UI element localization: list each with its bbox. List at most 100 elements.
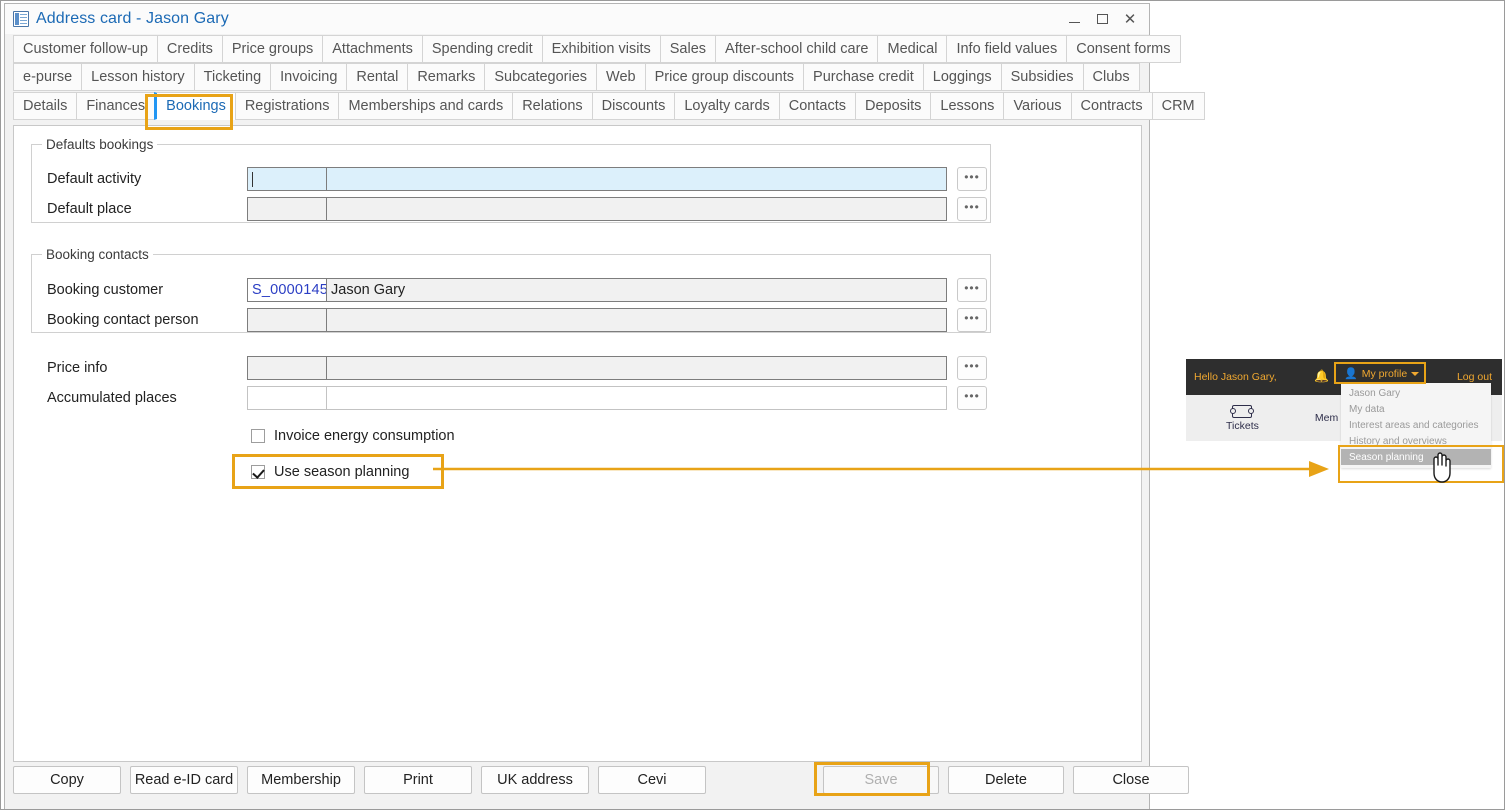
tab-loyalty-cards[interactable]: Loyalty cards — [674, 92, 778, 120]
tab-price-group-discounts[interactable]: Price group discounts — [645, 63, 803, 91]
delete-button[interactable]: Delete — [948, 766, 1064, 794]
default-activity-name-input[interactable] — [327, 167, 947, 191]
cevi-button[interactable]: Cevi — [598, 766, 706, 794]
default-place-browse-button[interactable]: ••• — [957, 197, 987, 221]
tab-contacts[interactable]: Contacts — [779, 92, 855, 120]
close-button[interactable]: ✕ — [1117, 8, 1143, 30]
checkbox-use-season-planning[interactable]: Use season planning — [251, 464, 409, 480]
menu-item-season-planning[interactable]: Season planning — [1341, 449, 1491, 465]
right-button-group: Save Delete Close — [823, 766, 1198, 794]
default-place-label: Default place — [47, 201, 247, 217]
minimize-button[interactable] — [1061, 8, 1087, 30]
booking-contact-person-name-input[interactable] — [327, 308, 947, 332]
menu-item-my-data[interactable]: My data — [1341, 401, 1491, 417]
menu-item-jason-gary[interactable]: Jason Gary — [1341, 385, 1491, 401]
logout-link[interactable]: Log out — [1457, 371, 1492, 383]
accumulated-places-label: Accumulated places — [47, 390, 247, 406]
booking-customer-browse-button[interactable]: ••• — [957, 278, 987, 302]
tab-lessons[interactable]: Lessons — [930, 92, 1003, 120]
tab-exhibition-visits[interactable]: Exhibition visits — [542, 35, 660, 63]
tab-e-purse[interactable]: e-purse — [13, 63, 81, 91]
bell-icon[interactable]: 🔔 — [1314, 370, 1329, 382]
price-info-name-input[interactable] — [327, 356, 947, 380]
tab-lesson-history[interactable]: Lesson history — [81, 63, 194, 91]
membership-button[interactable]: Membership — [247, 766, 355, 794]
menu-item-interest-areas-and-categories[interactable]: Interest areas and categories — [1341, 417, 1491, 433]
tab-credits[interactable]: Credits — [157, 35, 222, 63]
tab-consent-forms[interactable]: Consent forms — [1066, 35, 1180, 63]
default-activity-browse-button[interactable]: ••• — [957, 167, 987, 191]
maximize-button[interactable] — [1089, 8, 1115, 30]
tab-purchase-credit[interactable]: Purchase credit — [803, 63, 923, 91]
address-card-window: Address card - Jason Gary ✕ Customer fol… — [4, 3, 1150, 809]
tab-ticketing[interactable]: Ticketing — [194, 63, 270, 91]
tab-details[interactable]: Details — [13, 92, 76, 120]
tab-loggings[interactable]: Loggings — [923, 63, 1001, 91]
accumulated-places-code-input[interactable] — [247, 386, 327, 410]
tab-contracts[interactable]: Contracts — [1071, 92, 1152, 120]
print-button[interactable]: Print — [364, 766, 472, 794]
tab-memberships-and-cards[interactable]: Memberships and cards — [338, 92, 512, 120]
tab-various[interactable]: Various — [1003, 92, 1070, 120]
tab-subsidies[interactable]: Subsidies — [1001, 63, 1083, 91]
tab-attachments[interactable]: Attachments — [322, 35, 422, 63]
ticket-icon — [1232, 405, 1252, 418]
menu-item-history-and-overviews[interactable]: History and overviews — [1341, 433, 1491, 449]
tab-customer-follow-up[interactable]: Customer follow-up — [13, 35, 157, 63]
booking-contacts-legend: Booking contacts — [42, 247, 153, 262]
tab-discounts[interactable]: Discounts — [592, 92, 675, 120]
checkbox-invoice-energy-consumption[interactable]: Invoice energy consumption — [251, 428, 455, 444]
tab-price-groups[interactable]: Price groups — [222, 35, 322, 63]
tab-medical[interactable]: Medical — [877, 35, 946, 63]
tab-after-school-child-care[interactable]: After-school child care — [715, 35, 877, 63]
tab-row-3: Details Finances Bookings Registrations … — [13, 90, 1141, 120]
tab-web[interactable]: Web — [596, 63, 645, 91]
accumulated-places-browse-button[interactable]: ••• — [957, 386, 987, 410]
tab-rental[interactable]: Rental — [346, 63, 407, 91]
uk-address-button[interactable]: UK address — [481, 766, 589, 794]
tab-row-1: Customer follow-up Credits Price groups … — [13, 34, 1141, 63]
greeting-text: Hello Jason Gary, — [1194, 371, 1277, 383]
tab-subcategories[interactable]: Subcategories — [484, 63, 596, 91]
booking-customer-code-input[interactable]: S_0000145 — [247, 278, 327, 302]
chevron-down-icon — [1411, 372, 1419, 376]
tab-registrations[interactable]: Registrations — [235, 92, 339, 120]
tab-clubs[interactable]: Clubs — [1083, 63, 1140, 91]
tab-strip: Customer follow-up Credits Price groups … — [5, 34, 1149, 120]
invoice-energy-consumption-checkbox[interactable] — [251, 429, 265, 443]
copy-button[interactable]: Copy — [13, 766, 121, 794]
booking-customer-name-input[interactable]: Jason Gary — [327, 278, 947, 302]
nav-item-tickets[interactable]: Tickets — [1226, 405, 1259, 432]
field-booking-contact-person: Booking contact person ••• — [47, 308, 987, 332]
use-season-planning-checkbox[interactable] — [251, 465, 265, 479]
read-eid-card-button[interactable]: Read e-ID card — [130, 766, 238, 794]
save-button[interactable]: Save — [823, 766, 939, 794]
price-info-browse-button[interactable]: ••• — [957, 356, 987, 380]
tab-relations[interactable]: Relations — [512, 92, 591, 120]
close-action-button[interactable]: Close — [1073, 766, 1189, 794]
accumulated-places-name-input[interactable] — [327, 386, 947, 410]
default-place-code-input[interactable] — [247, 197, 327, 221]
booking-contact-person-code-input[interactable] — [247, 308, 327, 332]
tab-sales[interactable]: Sales — [660, 35, 715, 63]
booking-contact-person-browse-button[interactable]: ••• — [957, 308, 987, 332]
tab-remarks[interactable]: Remarks — [407, 63, 484, 91]
window-button-bar: Copy Read e-ID card Membership Print UK … — [13, 760, 1142, 800]
nav-item-members-label: Mem — [1315, 412, 1338, 424]
profile-dropdown-menu: Jason Gary My data Interest areas and ca… — [1341, 383, 1491, 468]
nav-item-tickets-label: Tickets — [1226, 420, 1259, 432]
screenshot-root: Address card - Jason Gary ✕ Customer fol… — [0, 0, 1505, 810]
my-profile-menu-button[interactable]: 👤 My profile — [1338, 366, 1425, 382]
tab-crm[interactable]: CRM — [1152, 92, 1205, 120]
nav-item-members[interactable]: Mem — [1315, 412, 1338, 424]
tab-bookings[interactable]: Bookings — [154, 92, 235, 120]
price-info-code-input[interactable] — [247, 356, 327, 380]
tab-finances[interactable]: Finances — [76, 92, 154, 120]
tab-spending-credit[interactable]: Spending credit — [422, 35, 542, 63]
bookings-panel: Defaults bookings Default activity ••• D… — [13, 125, 1142, 762]
default-place-name-input[interactable] — [327, 197, 947, 221]
tab-info-field-values[interactable]: Info field values — [946, 35, 1066, 63]
tab-invoicing[interactable]: Invoicing — [270, 63, 346, 91]
default-activity-code-input[interactable] — [247, 167, 327, 191]
tab-deposits[interactable]: Deposits — [855, 92, 930, 120]
